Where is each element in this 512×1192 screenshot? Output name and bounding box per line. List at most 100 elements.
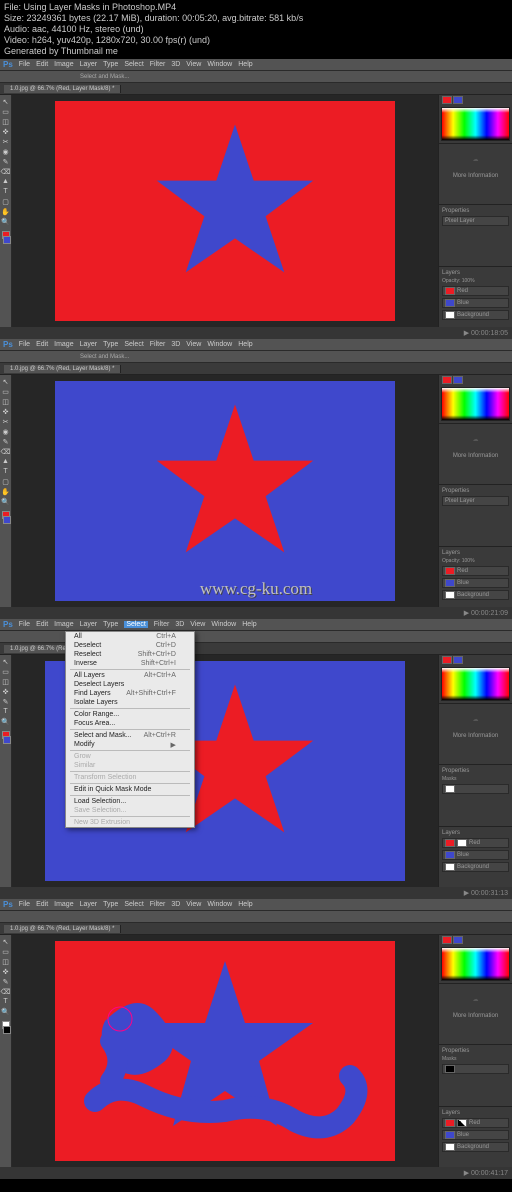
layer-background[interactable]: Background [442,862,509,872]
menu-image[interactable]: Image [54,621,73,628]
menu-file[interactable]: File [19,901,30,908]
color-picker[interactable] [441,667,510,701]
layer-red[interactable]: Red [442,838,509,848]
menu-item-inverse[interactable]: InverseShift+Ctrl+I [66,659,194,668]
menu-layer[interactable]: Layer [80,901,98,908]
menu-image[interactable]: Image [54,61,73,68]
menu-item-select-mask[interactable]: Select and Mask...Alt+Ctrl+R [66,731,194,740]
canvas-area[interactable] [12,95,438,327]
type-tool[interactable]: T [1,997,10,1006]
background-swatch[interactable] [3,516,11,524]
menu-type[interactable]: Type [103,61,118,68]
eyedropper-tool[interactable]: ✂ [1,137,10,146]
layer-background[interactable]: Background [442,1142,509,1152]
type-tool[interactable]: T [1,187,10,196]
menu-file[interactable]: File [19,621,30,628]
gradient-tool[interactable]: ▲ [1,177,10,186]
document-tab[interactable]: 1.0.jpg @ 66.7% (Red, Layer Mask/8) * [4,365,121,373]
lasso-tool[interactable]: ◫ [1,957,10,966]
menu-item-color-range[interactable]: Color Range... [66,710,194,719]
opacity-label[interactable]: Opacity: 100% [442,278,509,284]
menu-image[interactable]: Image [54,341,73,348]
eyedropper-tool[interactable]: ✂ [1,417,10,426]
menu-file[interactable]: File [19,61,30,68]
layer-red[interactable]: Red [442,1118,509,1128]
menu-filter[interactable]: Filter [150,341,166,348]
layer-red[interactable]: Red [442,566,509,576]
menu-filter[interactable]: Filter [154,621,170,628]
shape-tool[interactable]: ▢ [1,197,10,206]
swatch-red[interactable] [442,96,452,104]
hand-tool[interactable]: ✋ [1,207,10,216]
menu-image[interactable]: Image [54,901,73,908]
shape-tool[interactable]: ▢ [1,477,10,486]
color-picker[interactable] [441,947,510,981]
background-swatch[interactable] [3,236,11,244]
menu-item-all-layers[interactable]: All LayersAlt+Ctrl+A [66,671,194,680]
layer-background[interactable]: Background [442,590,509,600]
menu-type[interactable]: Type [103,621,118,628]
gradient-tool[interactable]: ▲ [1,457,10,466]
menu-edit[interactable]: Edit [36,621,48,628]
menu-3d[interactable]: 3D [171,61,180,68]
menu-filter[interactable]: Filter [150,901,166,908]
menu-layer[interactable]: Layer [80,341,98,348]
marquee-tool[interactable]: ▭ [1,387,10,396]
menu-3d[interactable]: 3D [171,901,180,908]
menu-type[interactable]: Type [103,901,118,908]
brush-tool[interactable]: ✎ [1,437,10,446]
marquee-tool[interactable]: ▭ [1,667,10,676]
menu-select[interactable]: Select [124,621,147,628]
layer-blue[interactable]: Blue [442,298,509,308]
brush-tool[interactable]: ✎ [1,977,10,986]
menu-view[interactable]: View [186,901,201,908]
menu-help[interactable]: Help [238,901,252,908]
menu-layer[interactable]: Layer [80,61,98,68]
menu-window[interactable]: Window [207,341,232,348]
swatch-blue[interactable] [453,936,463,944]
crop-tool[interactable]: ✜ [1,127,10,136]
menu-help[interactable]: Help [242,621,256,628]
menu-item-modify[interactable]: Modify▶ [66,740,194,749]
menu-file[interactable]: File [19,341,30,348]
lasso-tool[interactable]: ◫ [1,677,10,686]
marquee-tool[interactable]: ▭ [1,947,10,956]
swatch-blue[interactable] [453,656,463,664]
menu-filter[interactable]: Filter [150,61,166,68]
menu-edit[interactable]: Edit [36,61,48,68]
menu-item-all[interactable]: AllCtrl+A [66,632,194,641]
menu-3d[interactable]: 3D [175,621,184,628]
menu-window[interactable]: Window [211,621,236,628]
type-tool[interactable]: T [1,467,10,476]
canvas-area[interactable] [12,375,438,607]
menu-window[interactable]: Window [207,61,232,68]
swatch-red[interactable] [442,376,452,384]
swatch-red[interactable] [442,656,452,664]
menu-view[interactable]: View [186,61,201,68]
menu-edit[interactable]: Edit [36,341,48,348]
menu-item-reselect[interactable]: ReselectShift+Ctrl+D [66,650,194,659]
menu-item-deselect[interactable]: DeselectCtrl+D [66,641,194,650]
menu-item-deselect-layers[interactable]: Deselect Layers [66,680,194,689]
menu-item-focus-area[interactable]: Focus Area... [66,719,194,728]
heal-tool[interactable]: ◉ [1,147,10,156]
menu-type[interactable]: Type [103,341,118,348]
options-hint[interactable]: Select and Mask... [80,354,129,360]
menu-view[interactable]: View [190,621,205,628]
menu-window[interactable]: Window [207,901,232,908]
eraser-tool[interactable]: ⌫ [1,167,10,176]
move-tool[interactable]: ↖ [1,657,10,666]
eraser-tool[interactable]: ⌫ [1,987,10,996]
menu-item-find-layers[interactable]: Find LayersAlt+Shift+Ctrl+F [66,689,194,698]
menu-item-isolate-layers[interactable]: Isolate Layers [66,698,194,707]
lasso-tool[interactable]: ◫ [1,117,10,126]
menu-item-load-selection[interactable]: Load Selection... [66,797,194,806]
color-picker[interactable] [441,387,510,421]
brush-tool[interactable]: ✎ [1,157,10,166]
zoom-tool[interactable]: 🔍 [1,717,10,726]
lasso-tool[interactable]: ◫ [1,397,10,406]
zoom-tool[interactable]: 🔍 [1,1007,10,1016]
menu-layer[interactable]: Layer [80,621,98,628]
hand-tool[interactable]: ✋ [1,487,10,496]
brush-tool[interactable]: ✎ [1,697,10,706]
